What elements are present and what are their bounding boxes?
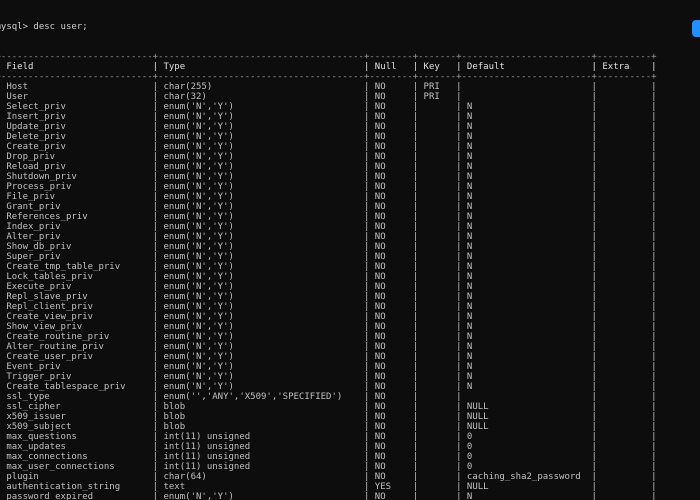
table-row: | Update_priv | enum('N','Y') | NO | | N… xyxy=(0,122,657,132)
table-row: | Show_view_priv | enum('N','Y') | NO | … xyxy=(0,322,657,332)
table-row: | Index_priv | enum('N','Y') | NO | | N … xyxy=(0,222,657,232)
table-row: | authentication_string | text | YES | |… xyxy=(0,482,657,492)
table-row: | max_user_connections | int(11) unsigne… xyxy=(0,462,657,472)
table-row: | Insert_priv | enum('N','Y') | NO | | N… xyxy=(0,112,657,122)
table-row: | Select_priv | enum('N','Y') | NO | | N… xyxy=(0,102,657,112)
table-row: | Drop_priv | enum('N','Y') | NO | | N |… xyxy=(0,152,657,162)
table-row: | Create_routine_priv | enum('N','Y') | … xyxy=(0,332,657,342)
table-row: | File_priv | enum('N','Y') | NO | | N |… xyxy=(0,192,657,202)
table-row: | Execute_priv | enum('N','Y') | NO | | … xyxy=(0,282,657,292)
command-prompt-line: mysql> desc user; xyxy=(0,22,88,32)
table-row: | Shutdown_priv | enum('N','Y') | NO | |… xyxy=(0,172,657,182)
table-row: | ssl_type | enum('','ANY','X509','SPECI… xyxy=(0,392,657,402)
terminal-window: mysql> desc user; +---------------------… xyxy=(0,0,700,500)
table-row: | password_expired | enum('N','Y') | NO … xyxy=(0,492,657,500)
table-row: | x509_subject | blob | NO | | NULL | | xyxy=(0,422,657,432)
table-row: | Alter_priv | enum('N','Y') | NO | | N … xyxy=(0,232,657,242)
table-row: | Grant_priv | enum('N','Y') | NO | | N … xyxy=(0,202,657,212)
table-row: | Create_tmp_table_priv | enum('N','Y') … xyxy=(0,262,657,272)
scrollbar-thumb[interactable] xyxy=(692,20,700,37)
table-header-row: | Field | Type | Null | Key | Default | … xyxy=(0,62,657,72)
table-row: | x509_issuer | blob | NO | | NULL | | xyxy=(0,412,657,422)
table-row: | Alter_routine_priv | enum('N','Y') | N… xyxy=(0,342,657,352)
table-header-separator: +----------------------------+----------… xyxy=(0,72,657,82)
terminal-output: mysql> desc user; +---------------------… xyxy=(0,2,700,500)
table-row: | Create_user_priv | enum('N','Y') | NO … xyxy=(0,352,657,362)
table-row: | Super_priv | enum('N','Y') | NO | | N … xyxy=(0,252,657,262)
table-row: | Delete_priv | enum('N','Y') | NO | | N… xyxy=(0,132,657,142)
table-row: | Host | char(255) | NO | PRI | | | xyxy=(0,82,657,92)
table-row: | Lock_tables_priv | enum('N','Y') | NO … xyxy=(0,272,657,282)
table-row: | Create_priv | enum('N','Y') | NO | | N… xyxy=(0,142,657,152)
table-row: | max_questions | int(11) unsigned | NO … xyxy=(0,432,657,442)
table-row: | Repl_client_priv | enum('N','Y') | NO … xyxy=(0,302,657,312)
table-row: | Process_priv | enum('N','Y') | NO | | … xyxy=(0,182,657,192)
table-row: | References_priv | enum('N','Y') | NO |… xyxy=(0,212,657,222)
table-row: | User | char(32) | NO | PRI | | | xyxy=(0,92,657,102)
table-row: | Event_priv | enum('N','Y') | NO | | N … xyxy=(0,362,657,372)
table-row: | Create_tablespace_priv | enum('N','Y')… xyxy=(0,382,657,392)
table-row: | max_updates | int(11) unsigned | NO | … xyxy=(0,442,657,452)
table-row: | Repl_slave_priv | enum('N','Y') | NO |… xyxy=(0,292,657,302)
table-top-border: +----------------------------+----------… xyxy=(0,52,657,62)
table-row: | Create_view_priv | enum('N','Y') | NO … xyxy=(0,312,657,322)
table-row: | Reload_priv | enum('N','Y') | NO | | N… xyxy=(0,162,657,172)
table-row: | Show_db_priv | enum('N','Y') | NO | | … xyxy=(0,242,657,252)
table-row: | Trigger_priv | enum('N','Y') | NO | | … xyxy=(0,372,657,382)
result-table: +----------------------------+----------… xyxy=(0,52,700,500)
table-row: | ssl_cipher | blob | NO | | NULL | | xyxy=(0,402,657,412)
table-row: | plugin | char(64) | NO | | caching_sha… xyxy=(0,472,657,482)
table-row: | max_connections | int(11) unsigned | N… xyxy=(0,452,657,462)
